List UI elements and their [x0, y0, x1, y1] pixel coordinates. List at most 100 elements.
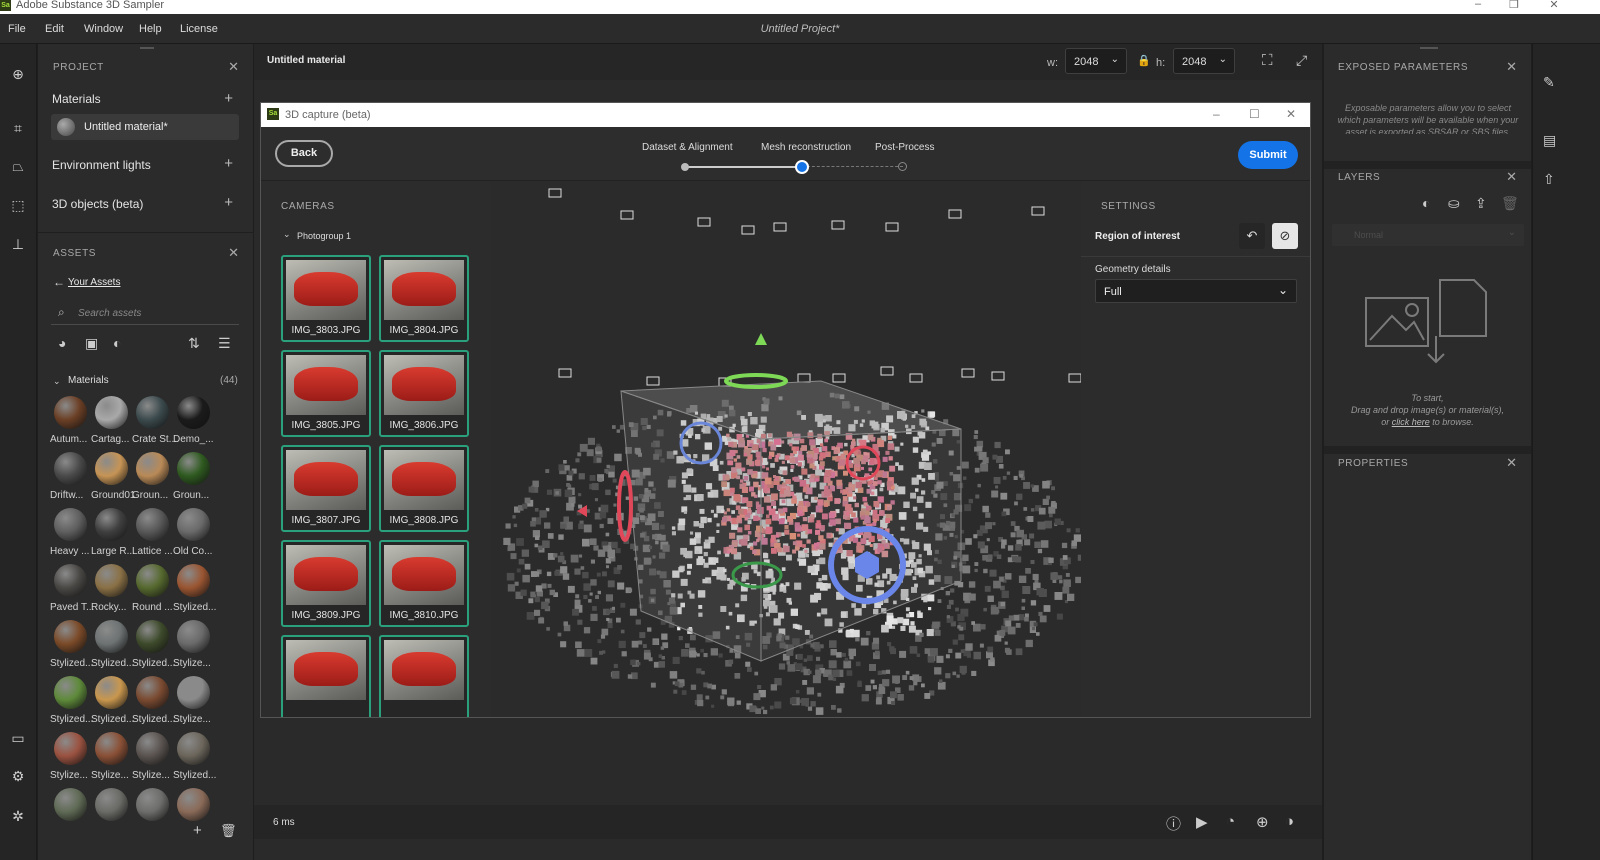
asset-item[interactable]: Stylized...	[91, 676, 134, 732]
asset-item[interactable]: Stylize...	[173, 620, 213, 676]
material-item[interactable]: Untitled material*	[51, 114, 239, 140]
camera-frustum-icon[interactable]	[961, 368, 975, 378]
asset-item[interactable]: Large R...	[91, 508, 135, 564]
asset-item[interactable]: Stylize...	[91, 732, 131, 788]
add-icon[interactable]: ⊕	[8, 64, 28, 84]
delete-asset-icon[interactable]: 🗑	[220, 823, 237, 839]
asset-item[interactable]	[132, 788, 172, 844]
step-dataset[interactable]: Dataset & Alignment	[642, 142, 733, 153]
camera-frustum-icon[interactable]	[991, 371, 1005, 381]
camera-frustum-icon[interactable]	[1068, 373, 1081, 383]
chevron-down-icon[interactable]: ⌄	[53, 376, 61, 387]
asset-item[interactable]: Groun...	[132, 452, 172, 508]
camera-frustum-icon[interactable]	[948, 209, 962, 219]
camera-frustum-icon[interactable]	[831, 220, 845, 230]
camera-thumbnail[interactable]: IMG_3809.JPG	[281, 540, 371, 627]
back-arrow-icon[interactable]: ←	[53, 275, 65, 289]
sort-icon[interactable]: ⇅	[188, 335, 200, 352]
asset-item[interactable]: Crate St...	[132, 396, 176, 452]
asset-item[interactable]: Lattice ...	[132, 508, 173, 564]
filter-images-icon[interactable]: ▣	[85, 335, 98, 352]
adjustment-icon[interactable]: ◐	[1422, 195, 1430, 211]
camera-icon[interactable]: ▶	[1196, 813, 1208, 831]
camera-thumbnail[interactable]	[379, 635, 469, 717]
camera-frustum-icon[interactable]	[741, 225, 755, 235]
asset-item[interactable]: Stylize...	[132, 732, 172, 788]
reset-roi-icon[interactable]: ↶	[1239, 223, 1265, 249]
document-icon[interactable]: ▤	[1543, 132, 1556, 149]
tiling-icon[interactable]: ⛶	[1262, 52, 1273, 69]
asset-item[interactable]: Stylized...	[173, 564, 216, 620]
filter-stamp-icon[interactable]: ⛀	[1448, 195, 1460, 212]
display-icon[interactable]: ▭	[8, 728, 28, 748]
filter-atlas-icon[interactable]: ◐	[113, 335, 121, 351]
layers-close-icon[interactable]: ✕	[1506, 169, 1517, 185]
info-icon[interactable]: ⓘ	[1166, 813, 1181, 834]
lock-icon[interactable]: 🔒	[1137, 54, 1151, 67]
crop-icon[interactable]: ⌗	[8, 118, 28, 138]
asset-item[interactable]: Driftw...	[50, 452, 90, 508]
camera-thumbnail[interactable]: IMG_3808.JPG	[379, 445, 469, 532]
submit-button[interactable]: Submit	[1238, 141, 1298, 169]
delete-layer-icon[interactable]: 🗑	[1501, 195, 1519, 212]
pencil-icon[interactable]: ✎	[1543, 74, 1555, 91]
asset-item[interactable]: Stylized...	[173, 732, 216, 788]
step-postprocess[interactable]: Post-Process	[875, 142, 934, 153]
asset-item[interactable]: Demo_...	[173, 396, 214, 452]
camera-thumbnail[interactable]	[281, 635, 371, 717]
environment-lights-label[interactable]: Environment lights	[52, 158, 151, 172]
asset-item[interactable]: Stylized...	[50, 676, 93, 732]
blend-mode-select[interactable]: Normal ⌄	[1332, 224, 1524, 246]
point-cloud-viewport[interactable]	[491, 181, 1081, 717]
properties-close-icon[interactable]: ✕	[1506, 455, 1517, 471]
camera-frustum-icon[interactable]	[548, 188, 562, 198]
asset-item[interactable]	[50, 788, 90, 844]
restore-icon[interactable]: ❐	[1494, 0, 1534, 11]
dialog-close-icon[interactable]: ✕	[1286, 107, 1296, 121]
camera-frustum-icon[interactable]	[1031, 206, 1045, 216]
gizmo-green-ring[interactable]	[724, 373, 788, 389]
camera-thumbnail[interactable]: IMG_3804.JPG	[379, 255, 469, 342]
asset-item[interactable]	[91, 788, 131, 844]
camera-thumbnail[interactable]: IMG_3810.JPG	[379, 540, 469, 627]
camera-frustum-icon[interactable]	[558, 368, 572, 378]
asset-item[interactable]: Stylized...	[132, 676, 175, 732]
list-view-icon[interactable]: ☰	[218, 335, 231, 352]
objects-label[interactable]: 3D objects (beta)	[52, 197, 143, 211]
asset-item[interactable]: Groun...	[173, 452, 213, 508]
asset-item[interactable]: Stylize...	[173, 676, 213, 732]
transform-icon[interactable]: ⬚	[8, 195, 28, 215]
project-close-icon[interactable]: ✕	[228, 59, 239, 75]
camera-frustum-icon[interactable]	[620, 210, 634, 220]
add-object-icon[interactable]: +	[224, 194, 233, 211]
asset-item[interactable]: Ground01	[91, 452, 135, 508]
asset-item[interactable]: Stylized...	[91, 620, 134, 676]
asset-item[interactable]: Stylize...	[50, 732, 90, 788]
back-button[interactable]: Back	[275, 140, 333, 167]
camera-frustum-icon[interactable]	[832, 373, 846, 383]
asset-item[interactable]: Stylized...	[50, 620, 93, 676]
stamp-icon[interactable]: ⊥	[8, 234, 28, 254]
camera-thumbnail[interactable]: IMG_3806.JPG	[379, 350, 469, 437]
materials-label[interactable]: Materials	[52, 92, 101, 106]
filter-materials-icon[interactable]: ◕	[58, 335, 66, 351]
camera-frustum-icon[interactable]	[880, 366, 894, 376]
gizmo-up-arrow[interactable]	[755, 333, 767, 345]
assets-close-icon[interactable]: ✕	[228, 245, 239, 261]
asset-item[interactable]: Autum...	[50, 396, 90, 452]
camera-frustum-icon[interactable]	[797, 373, 811, 383]
search-input[interactable]: ⌕ Search assets	[51, 302, 239, 325]
perspective-icon[interactable]: ⏢	[8, 156, 28, 176]
add-material-icon[interactable]: +	[224, 90, 233, 107]
export-icon[interactable]: ⇧	[1543, 171, 1555, 188]
camera-frustum-icon[interactable]	[773, 222, 787, 232]
camera-thumbnail[interactable]: IMG_3803.JPG	[281, 255, 371, 342]
step-mesh[interactable]: Mesh reconstruction	[761, 142, 851, 153]
height-select[interactable]: 2048 ⌄	[1173, 48, 1235, 74]
environment-icon[interactable]: ⊕	[1256, 813, 1269, 831]
camera-thumbnail[interactable]: IMG_3805.JPG	[281, 350, 371, 437]
asset-item[interactable]: Stylized...	[132, 620, 175, 676]
sphere-icon[interactable]: ◑	[1285, 813, 1294, 830]
point-cloud-scene[interactable]	[491, 181, 1081, 717]
close-icon[interactable]: ✕	[1534, 0, 1574, 11]
